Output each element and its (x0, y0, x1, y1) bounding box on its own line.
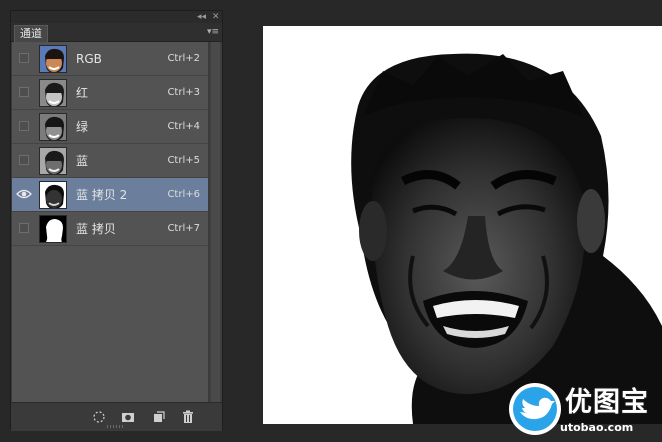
channel-shortcut: Ctrl+5 (167, 155, 200, 166)
channel-shortcut: Ctrl+6 (167, 189, 200, 200)
new-channel-icon[interactable] (152, 410, 166, 424)
eye-icon[interactable] (16, 188, 32, 200)
scrollbar-thumb[interactable] (211, 42, 220, 402)
channel-name: 红 (76, 86, 89, 100)
tab-channels[interactable]: 通道 (14, 25, 48, 42)
visibility-toggle[interactable] (19, 87, 29, 97)
channels-panel: ◂◂ ✕ 通道 ▾≡ RGB Ctrl+2 红 Ctrl+3 绿 Ctrl+4 … (10, 10, 223, 431)
channel-name: 蓝 拷贝 2 (76, 188, 128, 202)
channel-row-green[interactable]: 绿 Ctrl+4 (12, 110, 208, 144)
channel-name: 蓝 (76, 154, 89, 168)
channel-shortcut: Ctrl+7 (167, 223, 200, 234)
channel-row-rgb[interactable]: RGB Ctrl+2 (12, 42, 208, 76)
visibility-toggle[interactable] (19, 223, 29, 233)
panel-menu-icon[interactable]: ▾≡ (207, 25, 219, 39)
close-icon[interactable]: ✕ (212, 11, 220, 23)
channel-row-blue[interactable]: 蓝 Ctrl+5 (12, 144, 208, 178)
panel-tabbar: 通道 ▾≡ (11, 23, 222, 42)
visibility-toggle[interactable] (19, 53, 29, 63)
visibility-toggle[interactable] (19, 155, 29, 165)
portrait-image (263, 26, 662, 424)
channel-name: 绿 (76, 120, 89, 134)
trash-icon[interactable] (181, 410, 195, 424)
channel-thumbnail (39, 79, 67, 107)
channel-name: 蓝 拷贝 (76, 222, 116, 236)
document-canvas[interactable] (263, 26, 662, 424)
channel-shortcut: Ctrl+2 (167, 53, 200, 64)
channel-shortcut: Ctrl+3 (167, 87, 200, 98)
panel-topbar: ◂◂ ✕ (11, 11, 222, 23)
panel-scrollbar[interactable] (209, 42, 222, 402)
watermark-brand: 优图宝 (565, 387, 649, 418)
channel-thumbnail (39, 147, 67, 175)
channel-row-blue-copy-2[interactable]: 蓝 拷贝 2 Ctrl+6 (12, 178, 208, 212)
collapse-icon[interactable]: ◂◂ (197, 11, 206, 23)
channel-thumbnail (39, 113, 67, 141)
watermark-site: utobao.com (560, 421, 634, 434)
panel-resize-grip[interactable] (107, 425, 125, 428)
load-selection-icon[interactable] (92, 410, 106, 424)
channel-thumbnail (39, 181, 67, 209)
watermark-logo-icon (509, 383, 561, 435)
channel-thumbnail (39, 45, 67, 73)
channel-list: RGB Ctrl+2 红 Ctrl+3 绿 Ctrl+4 蓝 Ctrl+5 蓝 … (12, 42, 208, 402)
save-mask-icon[interactable] (121, 410, 135, 424)
channel-shortcut: Ctrl+4 (167, 121, 200, 132)
channel-thumbnail (39, 215, 67, 243)
channel-name: RGB (76, 52, 102, 66)
channel-row-red[interactable]: 红 Ctrl+3 (12, 76, 208, 110)
visibility-toggle[interactable] (19, 121, 29, 131)
channel-row-blue-copy[interactable]: 蓝 拷贝 Ctrl+7 (12, 212, 208, 246)
